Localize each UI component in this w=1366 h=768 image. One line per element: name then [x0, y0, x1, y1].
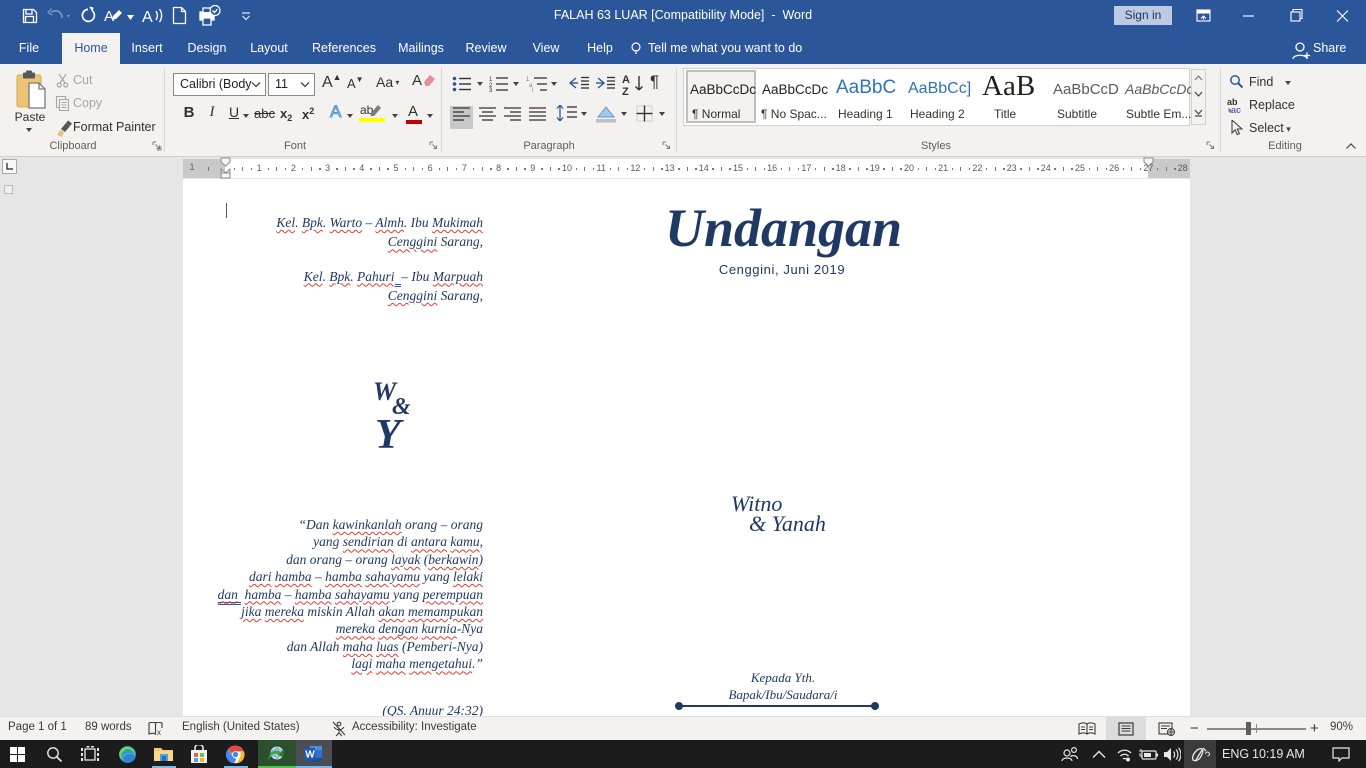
svg-text:W: W	[305, 750, 315, 761]
svg-text:i: i	[532, 88, 533, 92]
svg-text:ac: ac	[1231, 105, 1241, 114]
svg-text:x: x	[157, 728, 161, 736]
svg-text:3: 3	[489, 88, 493, 92]
